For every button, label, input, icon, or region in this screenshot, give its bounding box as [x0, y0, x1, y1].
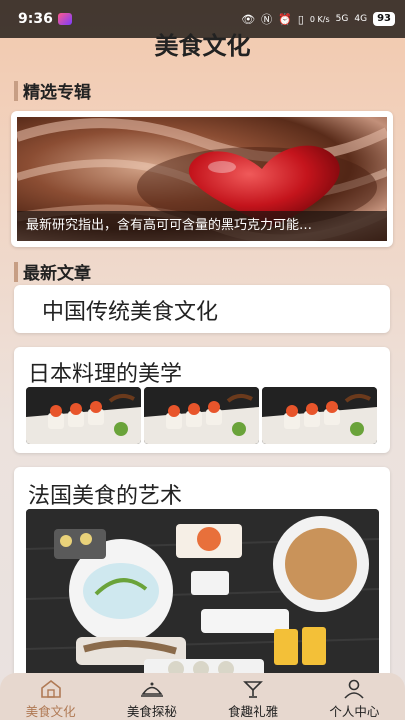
- tab-label: 个人中心: [329, 704, 380, 719]
- nfc-icon: Ⓝ: [261, 13, 273, 26]
- latest-section-header: 最新文章: [14, 259, 91, 284]
- section-accent-bar: [14, 80, 18, 101]
- page-title: 美食文化: [154, 32, 251, 60]
- section-accent-bar: [14, 261, 18, 282]
- battery-indicator: 93: [373, 12, 395, 26]
- person-icon: [304, 678, 404, 700]
- network-speed: 0 K/s: [309, 14, 330, 24]
- article-title: 日本料理的美学: [28, 362, 183, 387]
- article-thumbnails: [26, 387, 377, 444]
- sushi-thumbnail[interactable]: [26, 387, 141, 444]
- featured-banner[interactable]: 最新研究指出，含有高可可含量的黑巧克力可能…: [11, 111, 393, 247]
- eye-icon: 👁: [241, 12, 256, 26]
- article-card[interactable]: 中国传统美食文化: [14, 285, 390, 333]
- status-icons: 👁 Ⓝ ⏰ ▯ 0 K/s 5G 4G 93: [241, 11, 395, 27]
- tab-label: 美食文化: [25, 704, 76, 719]
- chocolate-heart-image: 最新研究指出，含有高可可含量的黑巧克力可能…: [17, 117, 387, 241]
- tab-profile[interactable]: 个人中心: [304, 673, 404, 720]
- featured-section-header: 精选专辑: [14, 78, 91, 103]
- article-card[interactable]: 法国美食的艺术: [14, 467, 390, 687]
- tab-label: 食趣礼雅: [228, 704, 279, 719]
- article-title: 法国美食的艺术: [28, 484, 183, 509]
- tab-label: 美食探秘: [126, 704, 177, 719]
- signal-5g: 5G: [335, 14, 349, 24]
- vibrate-icon: ▯: [297, 12, 304, 26]
- tab-food-etiquette[interactable]: 食趣礼雅: [203, 673, 303, 720]
- article-card[interactable]: 日本料理的美学: [14, 347, 390, 453]
- sushi-thumbnail[interactable]: [262, 387, 377, 444]
- french-cuisine-image[interactable]: [26, 509, 379, 679]
- bottom-tab-bar: 美食文化 美食探秘 食趣礼雅 个人中心: [0, 673, 405, 720]
- app-notification-icon: [57, 13, 72, 25]
- signal-4g: 4G: [354, 14, 368, 24]
- article-title: 中国传统美食文化: [42, 300, 219, 325]
- latest-heading: 最新文章: [23, 264, 91, 284]
- cocktail-glass-icon: [203, 678, 303, 700]
- alarm-icon: ⏰: [278, 12, 292, 26]
- home-icon: [1, 678, 101, 700]
- featured-caption: 最新研究指出，含有高可可含量的黑巧克力可能…: [17, 211, 387, 241]
- sushi-thumbnail[interactable]: [144, 387, 259, 444]
- featured-heading: 精选专辑: [23, 83, 91, 103]
- tab-food-explore[interactable]: 美食探秘: [102, 673, 202, 720]
- status-time: 9:36: [18, 11, 53, 27]
- tab-food-culture[interactable]: 美食文化: [1, 673, 101, 720]
- dish-cover-icon: [102, 678, 202, 700]
